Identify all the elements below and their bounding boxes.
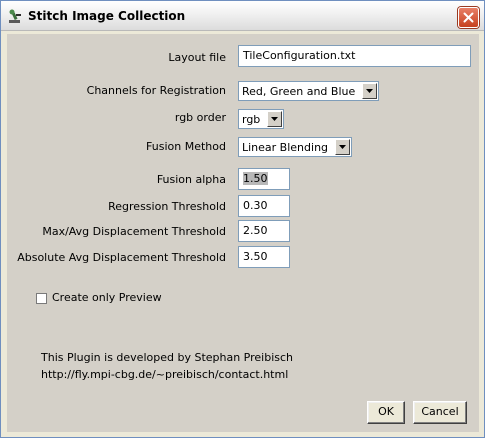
fusion-alpha-label: Fusion alpha xyxy=(156,173,226,186)
abs-avg-displacement-label: Absolute Avg Displacement Threshold xyxy=(17,251,226,264)
dialog-content: Layout file TileConfiguration.txt Channe… xyxy=(7,34,479,432)
rgb-order-value: rgb xyxy=(242,113,261,126)
channels-dropdown[interactable]: Red, Green and Blue xyxy=(238,81,379,101)
layout-file-label: Layout file xyxy=(168,51,226,64)
preview-checkbox-label[interactable]: Create only Preview xyxy=(52,291,162,304)
rgb-order-dropdown[interactable]: rgb xyxy=(238,109,284,129)
window-title: Stitch Image Collection xyxy=(28,9,186,23)
layout-file-value: TileConfiguration.txt xyxy=(243,49,356,62)
max-avg-displacement-label: Max/Avg Displacement Threshold xyxy=(42,225,226,238)
regression-threshold-value: 0.30 xyxy=(243,199,268,212)
imagej-microscope-icon xyxy=(7,8,23,24)
cancel-button[interactable]: Cancel xyxy=(413,401,467,424)
rgb-order-label: rgb order xyxy=(174,111,226,124)
fusion-method-label: Fusion Method xyxy=(146,140,226,153)
fusion-method-value: Linear Blending xyxy=(242,141,329,154)
max-avg-displacement-value: 2.50 xyxy=(243,224,268,237)
chevron-down-icon[interactable] xyxy=(335,139,350,155)
close-button[interactable] xyxy=(458,7,479,28)
abs-avg-displacement-value: 3.50 xyxy=(243,250,268,263)
channels-label: Channels for Registration xyxy=(86,84,226,97)
chevron-down-icon[interactable] xyxy=(362,83,377,99)
ok-button[interactable]: OK xyxy=(367,401,405,424)
abs-avg-displacement-field[interactable]: 3.50 xyxy=(238,246,290,268)
title-bar[interactable]: Stitch Image Collection xyxy=(1,1,484,31)
channels-value: Red, Green and Blue xyxy=(242,85,356,98)
chevron-down-icon[interactable] xyxy=(267,111,282,127)
close-icon xyxy=(463,12,474,23)
regression-threshold-label: Regression Threshold xyxy=(108,200,226,213)
preview-checkbox[interactable] xyxy=(36,293,47,304)
fusion-method-dropdown[interactable]: Linear Blending xyxy=(238,137,352,157)
regression-threshold-field[interactable]: 0.30 xyxy=(238,195,290,217)
contact-url: http://fly.mpi-cbg.de/~preibisch/contact… xyxy=(41,368,289,381)
fusion-alpha-value: 1.50 xyxy=(243,172,268,185)
developer-info: This Plugin is developed by Stephan Prei… xyxy=(41,351,294,364)
max-avg-displacement-field[interactable]: 2.50 xyxy=(238,220,290,242)
dialog-window: Stitch Image Collection Layout file Tile… xyxy=(0,0,485,438)
layout-file-field[interactable]: TileConfiguration.txt xyxy=(238,45,471,67)
fusion-alpha-field[interactable]: 1.50 xyxy=(238,168,290,190)
